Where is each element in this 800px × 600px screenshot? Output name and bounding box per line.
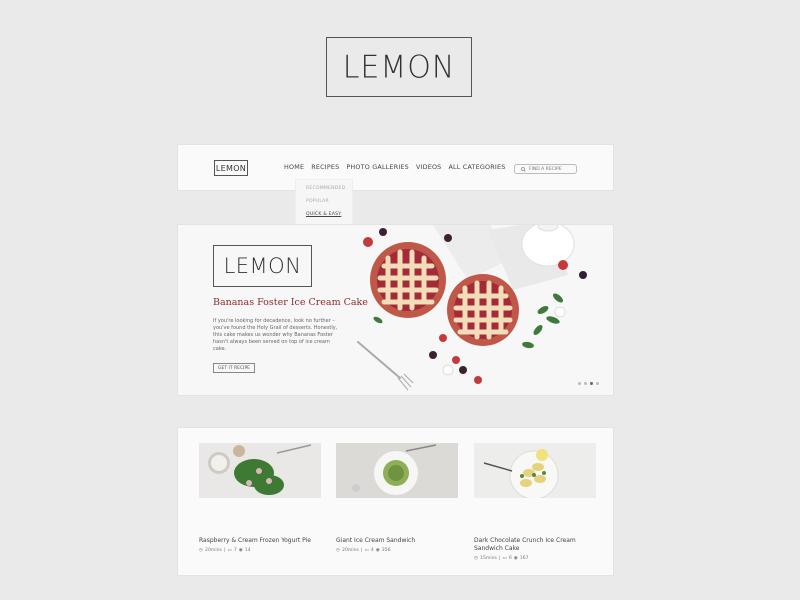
recipe-meta: ◷ 20mins | ▭ 4 ◉ 356 (336, 548, 391, 553)
recipe-card[interactable]: Giant Ice Cream Sandwich ◷ 20mins | ▭ 4 ◉ 35… (336, 443, 458, 553)
eye-icon: ◉ (513, 556, 518, 561)
nav-logo[interactable]: LEMON (214, 160, 248, 176)
recipe-title[interactable]: Dark Chocolate Crunch Ice Cream Sandwich… (474, 537, 596, 553)
clock-icon: ◷ (199, 548, 204, 553)
brand-logo: LEMON (326, 37, 472, 97)
recipe-card[interactable]: Raspberry & Cream Frozen Yogurt Pie ◷ 20m… (199, 443, 321, 553)
eye-icon: ◉ (375, 548, 380, 553)
comment-icon: ▭ (502, 556, 507, 561)
recipe-title[interactable]: Giant Ice Cream Sandwich (336, 537, 458, 545)
clock-icon: ◷ (474, 556, 479, 561)
recipe-views: 356 (381, 548, 391, 553)
clock-icon: ◷ (336, 548, 341, 553)
nav-item-home[interactable]: HOME (284, 163, 304, 171)
recipe-card[interactable]: Dark Chocolate Crunch Ice Cream Sandwich… (474, 443, 596, 561)
hero-logo: LEMON (213, 245, 312, 287)
slider-dot[interactable] (596, 382, 599, 385)
navbar: LEMON HOME RECIPES PHOTO GALLERIES VIDEO… (178, 145, 613, 190)
recipe-image (336, 443, 458, 498)
search-placeholder: FIND A RECIPE (529, 166, 562, 172)
slider-dots (578, 382, 599, 385)
nav-menu: HOME RECIPES PHOTO GALLERIES VIDEOS ALL … (284, 163, 505, 171)
dropdown-item-popular[interactable]: POPULAR (306, 199, 329, 204)
recipe-views: 167 (519, 556, 529, 561)
slider-dot-active[interactable] (590, 382, 593, 385)
recipe-title[interactable]: Raspberry & Cream Frozen Yogurt Pie (199, 537, 321, 545)
comment-icon: ▭ (227, 548, 232, 553)
slider-dot[interactable] (584, 382, 587, 385)
recipe-comments: 6 (508, 556, 512, 561)
brand-logo-text: LEMON (342, 48, 456, 86)
recipe-time: 15mins (480, 556, 497, 561)
search-icon (521, 166, 526, 172)
hero-banner: LEMON Bananas Foster Ice Cream Cake If y… (178, 225, 613, 395)
dropdown-item-recommended[interactable]: RECOMMENDED (306, 186, 345, 191)
hero-food-image (338, 225, 613, 395)
recipe-meta: ◷ 20mins | ▭ 7 ◉ 14 (199, 548, 251, 553)
recipe-cards: Raspberry & Cream Frozen Yogurt Pie ◷ 20m… (178, 428, 613, 575)
get-recipe-button[interactable]: GET IT RECIPE (213, 363, 255, 373)
comment-icon: ▭ (364, 548, 369, 553)
recipe-image (199, 443, 321, 498)
slider-dot[interactable] (578, 382, 581, 385)
recipe-comments: 4 (370, 548, 374, 553)
hero-description: If you're looking for decadence, look no… (213, 318, 338, 352)
nav-item-videos[interactable]: VIDEOS (416, 163, 442, 171)
hero-title[interactable]: Bananas Foster Ice Cream Cake (213, 297, 368, 308)
recipe-time: 20mins (205, 548, 222, 553)
recipe-views: 14 (244, 548, 251, 553)
dropdown-item-quick-easy[interactable]: QUICK & EASY (306, 212, 341, 217)
recipe-meta: ◷ 15mins | ▭ 6 ◉ 167 (474, 556, 529, 561)
recipe-comments: 7 (233, 548, 237, 553)
nav-item-recipes[interactable]: RECIPES (311, 163, 339, 171)
recipe-image (474, 443, 596, 500)
search-input[interactable]: FIND A RECIPE (514, 164, 577, 174)
eye-icon: ◉ (238, 548, 243, 553)
recipe-time: 20mins (342, 548, 359, 553)
nav-item-photo-galleries[interactable]: PHOTO GALLERIES (346, 163, 409, 171)
nav-item-all-categories[interactable]: ALL CATEGORIES (448, 163, 505, 171)
